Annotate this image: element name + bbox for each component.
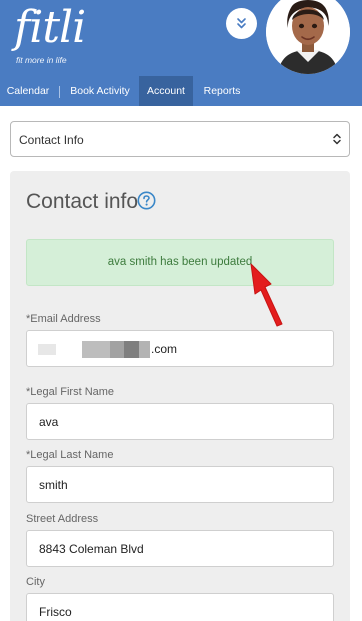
section-select-value: Contact Info — [19, 133, 84, 147]
success-alert-message: ava smith has been updated — [107, 256, 253, 268]
user-avatar[interactable] — [266, 0, 350, 74]
double-chevron-down-icon — [237, 18, 246, 29]
section-select[interactable]: Contact Info — [10, 121, 350, 157]
city-field[interactable]: Frisco — [26, 593, 334, 621]
first-name-value: ava — [39, 415, 59, 429]
red-arrow-annotation — [250, 263, 283, 327]
panel-title: Contact info — [26, 190, 139, 213]
contact-info-panel: Contact info ava smith has been updated … — [10, 171, 350, 621]
fitli-logo[interactable]: fitli — [14, 2, 86, 54]
app-header: fitli fit more in life Calendar Book Act… — [0, 0, 362, 106]
main-nav: Calendar Book Activity Account Reports — [0, 76, 362, 106]
chevron-up-down-icon — [333, 133, 341, 145]
redaction-block — [124, 341, 139, 358]
tab-reports[interactable]: Reports — [197, 76, 247, 106]
street-address-label: Street Address — [26, 513, 99, 525]
tab-account[interactable]: Account — [139, 76, 193, 106]
redaction-block — [139, 341, 150, 358]
logo-tagline: fit more in life — [16, 55, 67, 65]
last-name-field[interactable]: smith — [26, 466, 334, 503]
redaction-block — [110, 341, 124, 358]
city-label: City — [26, 576, 45, 588]
question-circle-icon[interactable] — [137, 191, 156, 210]
first-name-label: *Legal First Name — [26, 386, 115, 398]
nav-separator — [59, 86, 60, 98]
avatar-illustration — [266, 0, 350, 74]
first-name-field[interactable]: ava — [26, 403, 334, 440]
email-label: *Email Address — [26, 313, 101, 325]
expand-menu-button[interactable] — [226, 8, 257, 39]
last-name-value: smith — [39, 478, 68, 492]
email-value-suffix: .com — [151, 342, 178, 356]
email-field[interactable]: .com — [26, 330, 334, 367]
success-alert: ava smith has been updated — [26, 239, 334, 286]
tab-book-activity[interactable]: Book Activity — [64, 76, 136, 106]
city-value: Frisco — [39, 605, 72, 619]
redaction-block — [38, 344, 56, 355]
tab-calendar[interactable]: Calendar — [0, 76, 56, 106]
street-address-field[interactable]: 8843 Coleman Blvd — [26, 530, 334, 567]
last-name-label: *Legal Last Name — [26, 449, 114, 461]
redaction-block — [82, 341, 110, 358]
street-address-value: 8843 Coleman Blvd — [39, 542, 144, 556]
